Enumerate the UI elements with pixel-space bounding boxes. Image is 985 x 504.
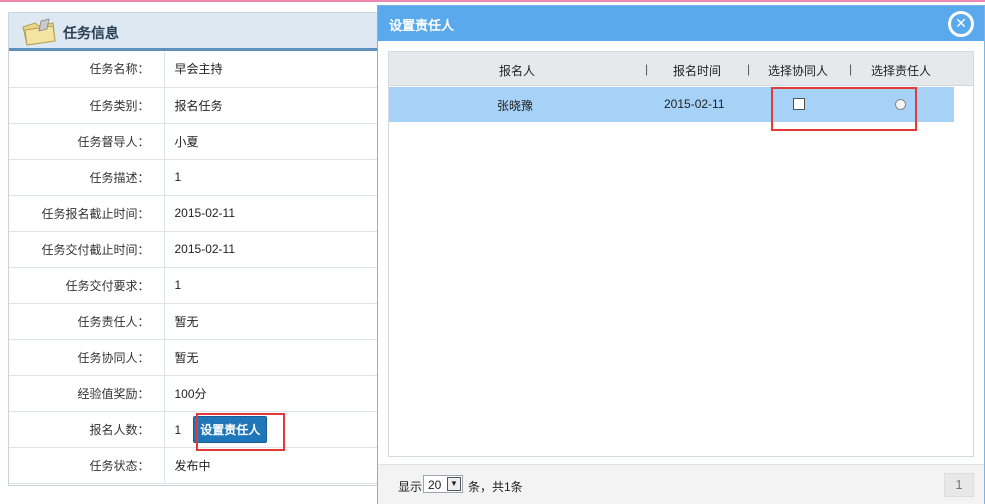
column-header-signup-time[interactable]: 报名时间 bbox=[673, 62, 721, 79]
column-separator: | bbox=[849, 62, 853, 76]
table-row: 任务类别： 报名任务 bbox=[9, 87, 380, 124]
task-info-title: 任务信息 bbox=[63, 25, 119, 41]
highlight-selection-controls bbox=[771, 87, 917, 131]
table-row: 任务交付要求： 1 bbox=[9, 267, 380, 304]
xp-reward-value: 100分 bbox=[164, 375, 380, 412]
table-row: 报名人数： 1 设置责任人 bbox=[9, 411, 380, 448]
folder-icon bbox=[22, 18, 56, 46]
task-info-panel: 任务信息 任务名称： 早会主持 任务类别： 报名任务 任务督导人： 小夏 任务描述： 1… bbox=[8, 12, 380, 486]
page-size-select[interactable]: 20 ▼ bbox=[423, 475, 463, 493]
set-owner-dialog: 设置责任人 ✕ 报名人 | 报名时间 | 选择协同人 | 选择责任人 张晓豫 2… bbox=[377, 5, 985, 504]
signup-count-label: 报名人数： bbox=[9, 411, 165, 448]
signup-time: 2015-02-11 bbox=[664, 97, 725, 111]
column-header-select-collaborator[interactable]: 选择协同人 bbox=[768, 62, 828, 79]
delivery-deadline-label: 任务交付截止时间： bbox=[9, 231, 165, 268]
signup-deadline-value: 2015-02-11 bbox=[164, 195, 380, 232]
task-type-label: 任务类别： bbox=[9, 87, 165, 124]
task-type-value: 报名任务 bbox=[164, 87, 380, 124]
task-description-label: 任务描述： bbox=[9, 159, 165, 196]
column-separator: | bbox=[747, 62, 751, 76]
task-info-header: 任务信息 bbox=[9, 13, 380, 51]
task-supervisor-label: 任务督导人： bbox=[9, 123, 165, 160]
task-status-value: 发布中 bbox=[164, 447, 380, 484]
table-row: 任务名称： 早会主持 bbox=[9, 51, 380, 88]
dialog-title: 设置责任人 bbox=[389, 18, 455, 33]
page-size-value: 20 bbox=[428, 478, 442, 492]
signup-count-value: 1 bbox=[174, 422, 182, 437]
delivery-requirement-value: 1 bbox=[164, 267, 380, 304]
delivery-deadline-value: 2015-02-11 bbox=[164, 231, 380, 268]
pagination-bar: 显示 20 ▼ 条，共1条 1 bbox=[378, 464, 984, 504]
task-name-value: 早会主持 bbox=[164, 51, 380, 88]
task-name-label: 任务名称： bbox=[9, 51, 165, 88]
grid-header: 报名人 | 报名时间 | 选择协同人 | 选择责任人 bbox=[389, 52, 973, 86]
task-status-label: 任务状态： bbox=[9, 447, 165, 484]
task-collaborator-value: 暂无 bbox=[164, 339, 380, 376]
close-icon[interactable]: ✕ bbox=[948, 11, 974, 37]
task-description-value: 1 bbox=[164, 159, 380, 196]
task-collaborator-label: 任务协同人： bbox=[9, 339, 165, 376]
xp-reward-label: 经验值奖励： bbox=[9, 375, 165, 412]
table-row: 任务协同人： 暂无 bbox=[9, 339, 380, 376]
table-row: 任务督导人： 小夏 bbox=[9, 123, 380, 160]
table-row: 经验值奖励： 100分 bbox=[9, 375, 380, 412]
table-row: 任务报名截止时间： 2015-02-11 bbox=[9, 195, 380, 232]
task-owner-value: 暂无 bbox=[164, 303, 380, 340]
chevron-down-icon[interactable]: ▼ bbox=[447, 477, 461, 491]
table-row: 任务状态： 发布中 bbox=[9, 447, 380, 484]
column-header-applicant[interactable]: 报名人 bbox=[499, 62, 535, 79]
column-header-select-owner[interactable]: 选择责任人 bbox=[871, 62, 931, 79]
task-owner-label: 任务责任人： bbox=[9, 303, 165, 340]
applicant-name: 张晓豫 bbox=[497, 99, 534, 113]
table-row: 任务描述： 1 bbox=[9, 159, 380, 196]
task-supervisor-value: 小夏 bbox=[164, 123, 380, 160]
show-label: 显示 bbox=[398, 480, 423, 494]
top-border-line bbox=[0, 0, 985, 2]
record-summary: 条，共1条 bbox=[468, 480, 523, 494]
highlight-set-owner-button bbox=[196, 413, 285, 451]
table-row: 任务交付截止时间： 2015-02-11 bbox=[9, 231, 380, 268]
dialog-title-bar: 设置责任人 ✕ bbox=[378, 6, 984, 41]
signup-deadline-label: 任务报名截止时间： bbox=[9, 195, 165, 232]
task-info-table: 任务名称： 早会主持 任务类别： 报名任务 任务督导人： 小夏 任务描述： 1 任务报名… bbox=[9, 51, 380, 484]
column-separator: | bbox=[645, 62, 649, 76]
table-row: 任务责任人： 暂无 bbox=[9, 303, 380, 340]
page-number-button[interactable]: 1 bbox=[944, 473, 974, 497]
delivery-requirement-label: 任务交付要求： bbox=[9, 267, 165, 304]
